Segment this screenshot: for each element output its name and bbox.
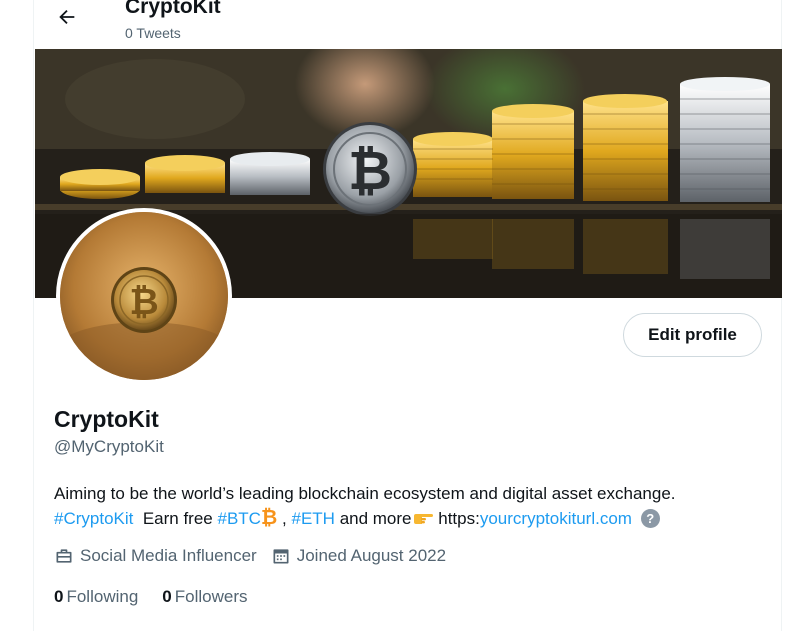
pointing-hand-emoji-icon (413, 514, 433, 524)
hashtag-eth-link[interactable]: #ETH (291, 509, 334, 528)
following-count: 0 (54, 587, 64, 606)
svg-text:₿: ₿ (129, 282, 158, 323)
bio-line-1: Aiming to be the world’s leading blockch… (54, 484, 676, 503)
hashtag-cryptokit-link[interactable]: #CryptoKit (54, 509, 133, 528)
joined-date: Joined August 2022 (296, 546, 447, 565)
profile-bio: Aiming to be the world’s leading blockch… (54, 481, 769, 531)
hashtag-btc-link[interactable]: #BTC (218, 509, 261, 528)
svg-text:₿: ₿ (348, 139, 392, 202)
header-title: CryptoKit (125, 0, 221, 18)
edit-profile-button[interactable]: Edit profile (623, 313, 762, 357)
followers-label: Followers (174, 587, 248, 606)
bio-earn-text: Earn free (142, 509, 213, 528)
profile-avatar[interactable]: ₿ (56, 208, 232, 384)
briefcase-icon (56, 549, 72, 563)
bio-url-prefix: https: (438, 509, 480, 528)
profile-meta: Social Media Influencer Joined August 20… (54, 545, 460, 567)
bio-url-link[interactable]: yourcryptokiturl.com (480, 509, 632, 528)
bitcoin-emoji-icon: ₿ (260, 507, 278, 529)
profile-category: Social Media Influencer (80, 546, 257, 565)
arrow-left-icon (59, 9, 75, 25)
question-circle-icon[interactable]: ? (640, 509, 660, 528)
user-handle: @MyCryptoKit (54, 437, 164, 456)
followers-link[interactable]: 0 Followers (162, 586, 247, 608)
back-button[interactable] (50, 0, 84, 34)
joined-item: Joined August 2022 (271, 545, 446, 567)
bio-more-text: and more (339, 509, 412, 528)
bio-line-2: #CryptoKit Earn free #BTC₿ , #ETH and mo… (54, 506, 769, 531)
following-label: Following (66, 587, 139, 606)
bio-comma: , (282, 509, 287, 528)
category-item: Social Media Influencer (54, 545, 257, 567)
profile-column: CryptoKit 0 Tweets ₿ ₿ Edit profile Cryp… (33, 0, 782, 631)
tweet-count: 0 Tweets (125, 25, 181, 41)
followers-count: 0 (162, 587, 172, 606)
follow-stats: 0 Following 0 Followers (54, 586, 272, 608)
display-name: CryptoKit (54, 406, 159, 432)
calendar-icon (273, 549, 289, 564)
following-link[interactable]: 0 Following (54, 586, 138, 608)
